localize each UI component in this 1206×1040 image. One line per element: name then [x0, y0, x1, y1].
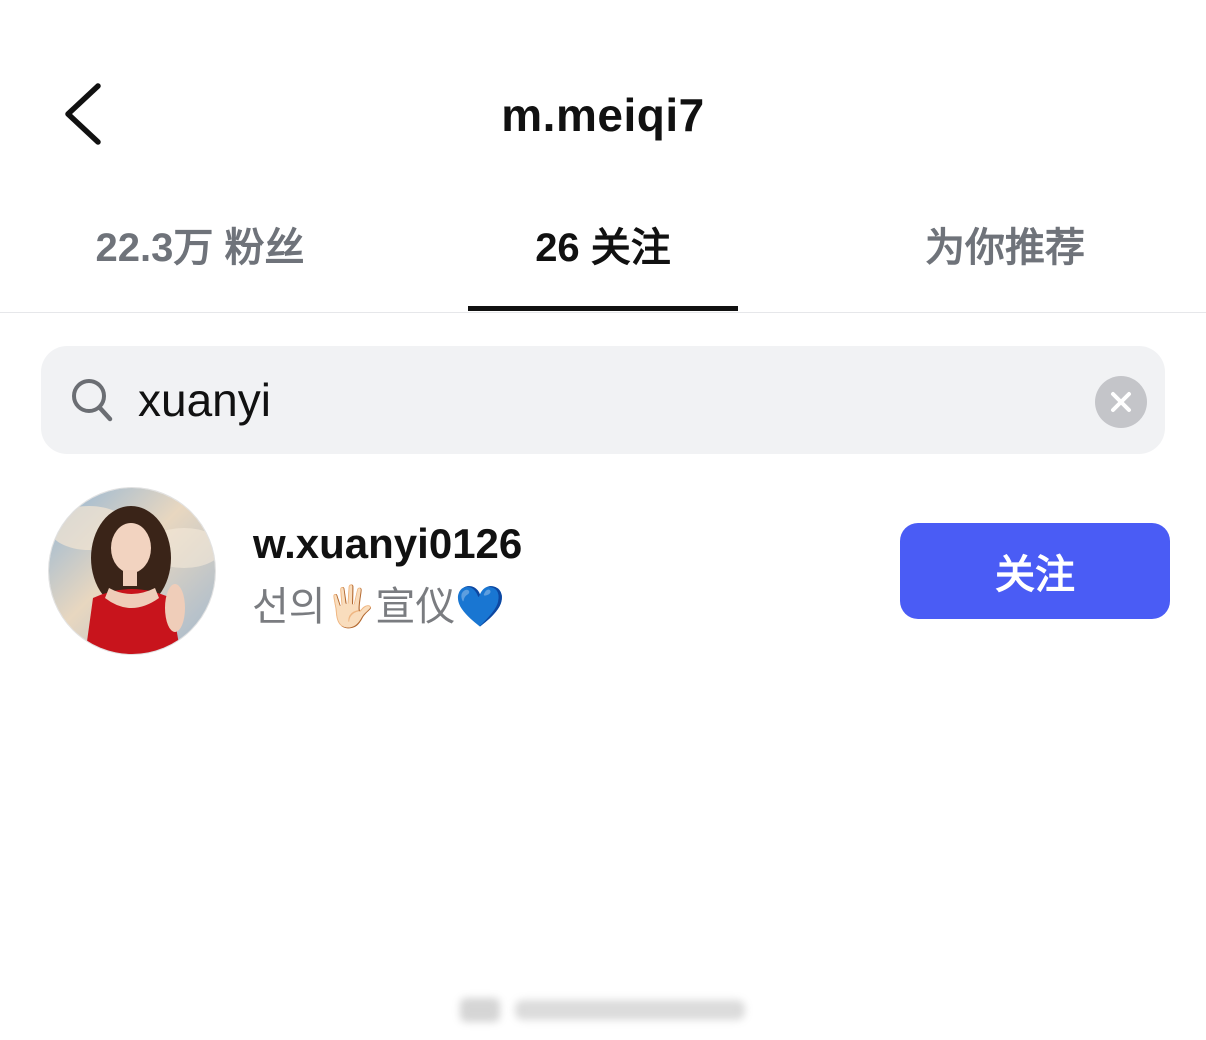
bio: 선의🖐🏻宣仪💙 [252, 585, 506, 629]
watermark [460, 998, 745, 1022]
divider [0, 312, 1206, 313]
tab-following[interactable]: 26 关注 [468, 224, 738, 312]
tab-bar: 22.3万 粉丝 26 关注 为你推荐 [0, 200, 1206, 312]
username[interactable]: w.xuanyi0126 [253, 520, 522, 568]
page-title: m.meiqi7 [501, 89, 705, 141]
tab-suggested[interactable]: 为你推荐 [860, 224, 1150, 312]
clear-icon [1111, 392, 1131, 412]
avatar[interactable] [48, 487, 216, 655]
tab-followers[interactable]: 22.3万 粉丝 [50, 224, 350, 312]
clear-search-button[interactable] [1095, 376, 1147, 428]
list-item[interactable]: w.xuanyi0126 선의🖐🏻宣仪💙 关注 [0, 480, 1206, 670]
search-icon [72, 379, 113, 422]
search-input[interactable] [138, 368, 1038, 432]
active-tab-indicator [468, 306, 738, 311]
follow-button[interactable]: 关注 [900, 523, 1170, 619]
header: m.meiqi7 [0, 0, 1206, 200]
